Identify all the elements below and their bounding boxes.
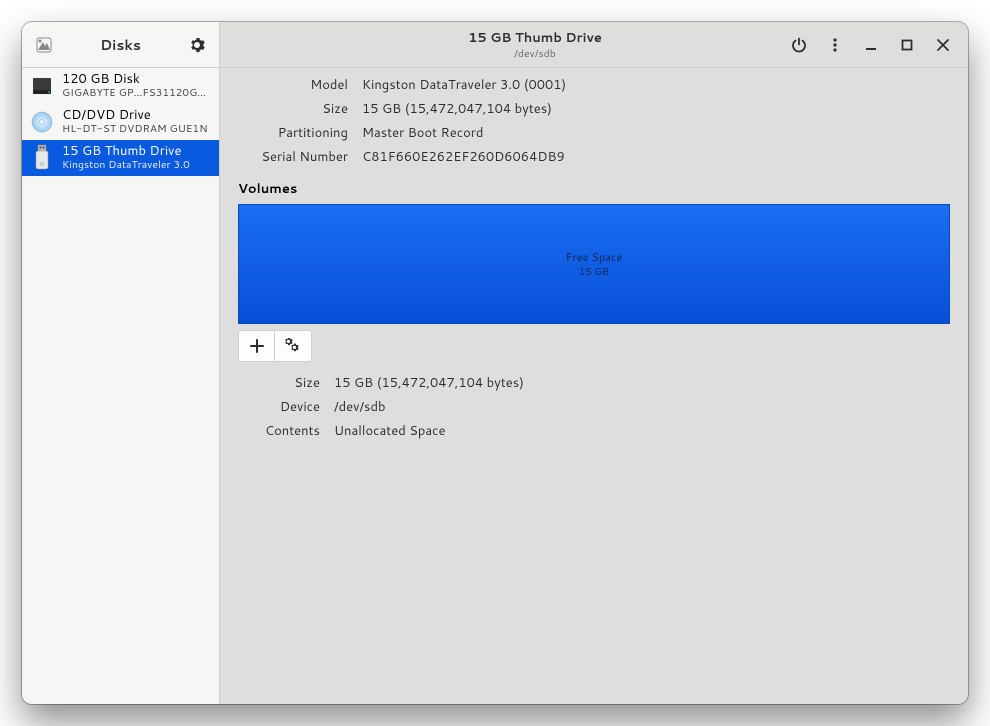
sidebar: Disks 120 GB Disk GIGABYTE GP...FS31120G… [22, 22, 220, 704]
harddisk-icon [28, 72, 56, 100]
disk-sub: HL-DT-ST DVDRAM GUE1N [62, 123, 208, 136]
disk-name: 15 GB Thumb Drive [62, 144, 190, 159]
label-vol-size: Size [238, 374, 320, 392]
label-model: Model [238, 76, 348, 94]
partition-options-button[interactable] [275, 331, 311, 361]
power-button[interactable] [782, 28, 816, 62]
sidebar-item-disk-120gb[interactable]: 120 GB Disk GIGABYTE GP...FS31120GNTD [22, 68, 219, 104]
value-serial: C81F660E262EF260D6064DB9 [362, 148, 950, 166]
disk-name: 120 GB Disk [62, 72, 213, 87]
volume-info-grid: Size 15 GB (15,472,047,104 bytes) Device… [238, 374, 950, 440]
main-pane: 15 GB Thumb Drive /dev/sdb [220, 22, 968, 704]
title-block: 15 GB Thumb Drive /dev/sdb [288, 29, 782, 61]
value-model: Kingston DataTraveler 3.0 (0001) [362, 76, 950, 94]
value-size: 15 GB (15,472,047,104 bytes) [362, 100, 950, 118]
close-button[interactable] [926, 28, 960, 62]
app-window: Disks 120 GB Disk GIGABYTE GP...FS31120G… [22, 22, 968, 704]
volumes-section-title: Volumes [238, 180, 950, 198]
label-device: Device [238, 398, 320, 416]
value-vol-size: 15 GB (15,472,047,104 bytes) [334, 374, 950, 392]
volume-partition-free-space[interactable]: Free Space 15 GB [238, 204, 950, 324]
drive-info-grid: Model Kingston DataTraveler 3.0 (0001) S… [238, 76, 950, 166]
minimize-button[interactable] [854, 28, 888, 62]
page-subtitle: /dev/sdb [288, 47, 782, 61]
value-contents: Unallocated Space [334, 422, 950, 440]
disk-sub: GIGABYTE GP...FS31120GNTD [62, 87, 213, 100]
usb-icon [28, 144, 56, 172]
disk-list: 120 GB Disk GIGABYTE GP...FS31120GNTD CD… [22, 68, 219, 704]
app-menu-icon[interactable] [30, 31, 58, 59]
label-size: Size [238, 100, 348, 118]
label-partitioning: Partitioning [238, 124, 348, 142]
volume-name: Free Space [566, 249, 623, 265]
cd-icon [28, 108, 56, 136]
disk-name: CD/DVD Drive [62, 108, 208, 123]
app-settings-icon[interactable] [183, 31, 211, 59]
page-title: 15 GB Thumb Drive [288, 29, 782, 47]
label-contents: Contents [238, 422, 320, 440]
volume-toolbar [238, 330, 312, 362]
drive-menu-button[interactable] [818, 28, 852, 62]
content-area: Model Kingston DataTraveler 3.0 (0001) S… [220, 68, 968, 704]
value-partitioning: Master Boot Record [362, 124, 950, 142]
disk-sub: Kingston DataTraveler 3.0 [62, 159, 190, 172]
sidebar-item-dvd-drive[interactable]: CD/DVD Drive HL-DT-ST DVDRAM GUE1N [22, 104, 219, 140]
label-serial: Serial Number [238, 148, 348, 166]
sidebar-header: Disks [22, 22, 219, 68]
value-device: /dev/sdb [334, 398, 950, 416]
volume-size: 15 GB [579, 265, 609, 279]
main-header: 15 GB Thumb Drive /dev/sdb [220, 22, 968, 68]
sidebar-item-thumb-drive[interactable]: 15 GB Thumb Drive Kingston DataTraveler … [22, 140, 219, 176]
sidebar-title: Disks [58, 35, 183, 55]
create-partition-button[interactable] [239, 331, 275, 361]
maximize-button[interactable] [890, 28, 924, 62]
